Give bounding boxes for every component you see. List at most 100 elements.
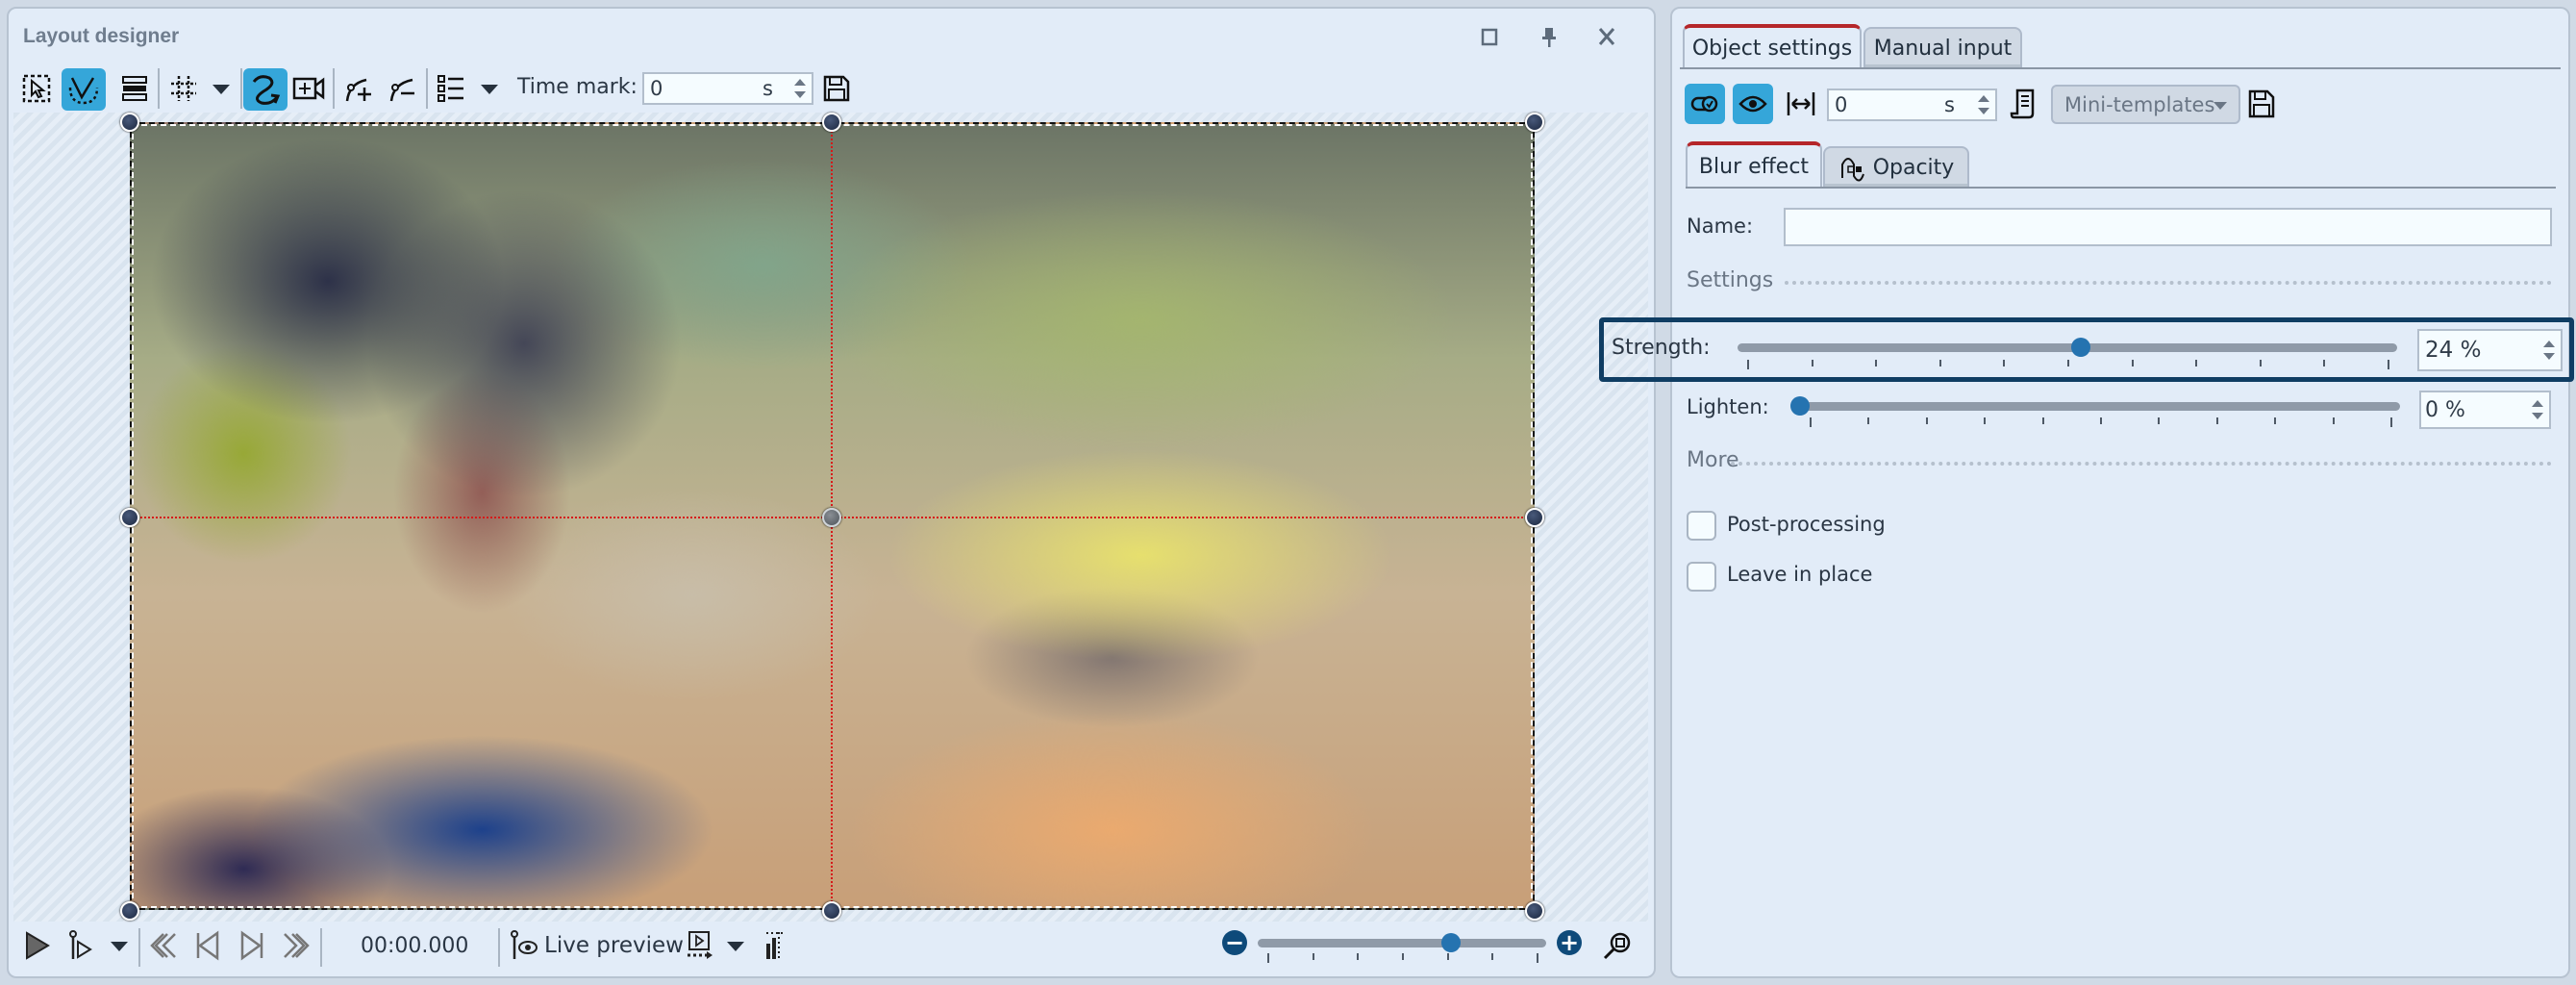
pin-button[interactable]: [1535, 22, 1563, 51]
save-time-mark-button[interactable]: [816, 68, 857, 109]
resize-handle-top[interactable]: [822, 113, 841, 132]
pin-icon: [1542, 28, 1556, 47]
remove-point-tool-button[interactable]: [383, 68, 423, 109]
slider-tick: [1402, 953, 1404, 960]
maximize-button[interactable]: [1474, 22, 1503, 51]
slider-tick: [1867, 417, 1870, 424]
lighten-slider-thumb[interactable]: [1790, 396, 1810, 416]
grid-icon: [171, 76, 196, 101]
settings-section-divider: [1785, 281, 2552, 285]
resize-handle-top-left[interactable]: [120, 113, 139, 132]
live-preview-icon-wrap[interactable]: [510, 928, 538, 963]
slider-tick: [2323, 360, 2326, 366]
slider-tick: [1938, 360, 1941, 366]
tab-label: Manual input: [1873, 37, 2013, 61]
resize-handle-bottom[interactable]: [822, 901, 841, 921]
slider-tick: [1491, 953, 1494, 960]
remove-point-icon: [389, 78, 414, 102]
play-options-dropdown[interactable]: [111, 942, 128, 951]
play-button[interactable]: [19, 928, 54, 963]
slider-tick: [1984, 417, 1987, 424]
resize-handle-bottom-left[interactable]: [120, 901, 139, 921]
tab-blur-effect[interactable]: Blur effect: [1686, 141, 1822, 188]
resize-handle-right[interactable]: [1525, 508, 1544, 527]
slider-tick: [2215, 417, 2218, 424]
script-button[interactable]: [2010, 88, 2037, 123]
resize-handle-top-right[interactable]: [1525, 113, 1544, 132]
zoom-out-button[interactable]: −: [1222, 930, 1247, 955]
export-dropdown-arrow[interactable]: [727, 942, 744, 951]
toggle-check-icon: [1690, 95, 1718, 113]
selection-tool-button[interactable]: [16, 68, 57, 109]
panel-title: Layout designer: [23, 25, 180, 47]
settings-section-title: Settings: [1687, 268, 1774, 292]
skip-forward-icon: [240, 930, 263, 961]
resize-handle-left[interactable]: [120, 508, 139, 527]
time-mark-unit: s: [763, 77, 773, 100]
time-mark-decrement[interactable]: [794, 91, 806, 98]
object-enabled-toggle[interactable]: [1685, 84, 1725, 124]
time-mark-input[interactable]: 0 s: [642, 72, 813, 105]
add-point-tool-button[interactable]: [338, 68, 379, 109]
save-template-button[interactable]: [2248, 89, 2275, 122]
lighten-decrement[interactable]: [2532, 413, 2543, 419]
anchor-point-handle[interactable]: [822, 508, 841, 527]
motion-path-tool-button[interactable]: [243, 68, 288, 111]
strength-decrement[interactable]: [2543, 353, 2555, 360]
fast-rewind-button[interactable]: [146, 928, 181, 963]
toolbar-separator: [240, 68, 242, 109]
tab-object-settings[interactable]: Object settings: [1683, 24, 1862, 68]
camera-pan-tool-button[interactable]: [288, 68, 329, 109]
leave-in-place-checkbox[interactable]: [1687, 562, 1716, 592]
tab-opacity[interactable]: Opacity: [1823, 146, 1969, 188]
close-button[interactable]: [1592, 22, 1621, 51]
zoom-slider-thumb[interactable]: [1441, 933, 1461, 952]
grid-dropdown-arrow[interactable]: [213, 85, 230, 94]
visibility-toggle[interactable]: [1733, 84, 1773, 124]
zoom-fit-button[interactable]: [1600, 928, 1635, 963]
lighten-slider-track[interactable]: [1800, 402, 2400, 411]
levels-button[interactable]: [758, 928, 792, 963]
lighten-increment[interactable]: [2532, 400, 2543, 407]
grid-tool-button[interactable]: [163, 68, 204, 109]
post-processing-checkbox[interactable]: [1687, 511, 1716, 541]
list-dropdown-arrow[interactable]: [481, 85, 498, 94]
fast-rewind-icon: [150, 933, 176, 958]
more-section-title: More: [1687, 448, 1739, 472]
slider-tick: [2158, 417, 2161, 424]
strength-slider-thumb[interactable]: [2070, 338, 2090, 357]
next-frame-button[interactable]: [235, 928, 269, 963]
fast-forward-button[interactable]: [279, 928, 313, 963]
slider-tick: [1357, 953, 1360, 960]
time-mark-increment[interactable]: [794, 79, 806, 86]
mini-templates-dropdown[interactable]: Mini-templates: [2051, 85, 2240, 124]
live-preview-button[interactable]: Live preview: [544, 933, 684, 958]
toolbar-separator: [158, 68, 160, 109]
duration-decrement[interactable]: [1978, 108, 1989, 114]
lighten-value-input[interactable]: 0 %: [2419, 391, 2551, 429]
play-from-marker-icon: [69, 930, 92, 959]
strength-slider-track[interactable]: [1738, 343, 2397, 352]
zoom-in-button[interactable]: +: [1557, 930, 1582, 955]
bezier-tool-button[interactable]: [62, 68, 106, 111]
export-preview-button[interactable]: [683, 928, 717, 963]
slider-tick: [2388, 360, 2389, 369]
duration-input[interactable]: 0 s: [1827, 88, 1997, 121]
slider-tick: [2259, 360, 2262, 366]
layers-tool-button[interactable]: [114, 68, 155, 109]
resize-handle-bottom-right[interactable]: [1525, 901, 1544, 921]
name-input[interactable]: [1784, 208, 2552, 246]
strength-value-input[interactable]: 24 %: [2417, 329, 2563, 371]
zoom-slider-track[interactable]: [1258, 939, 1546, 947]
fast-forward-icon: [284, 933, 310, 958]
duration-unit: s: [1944, 93, 1955, 116]
mini-templates-label: Mini-templates: [2064, 92, 2215, 116]
strength-increment[interactable]: [2543, 341, 2555, 347]
play-from-marker-button[interactable]: [63, 928, 98, 963]
script-scroll-icon: [2010, 88, 2035, 119]
previous-frame-button[interactable]: [190, 928, 225, 963]
duration-increment[interactable]: [1978, 95, 1989, 102]
tab-manual-input[interactable]: Manual input: [1863, 27, 2022, 68]
slider-tick: [1875, 360, 1878, 366]
list-tool-button[interactable]: [431, 68, 471, 109]
